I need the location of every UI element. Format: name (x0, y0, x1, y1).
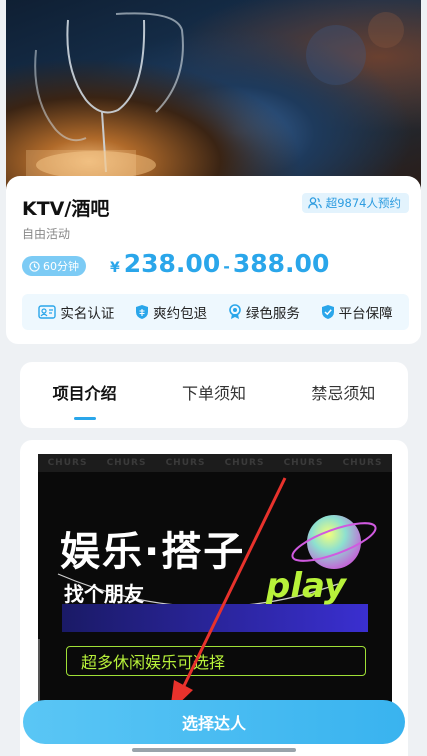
poster-edge-decoration (38, 639, 50, 709)
tab-taboo-notes[interactable]: 禁忌须知 (311, 380, 375, 410)
clock-icon (29, 260, 40, 272)
select-talent-button[interactable]: 选择达人 (23, 700, 405, 744)
duration-label: 60分钟 (43, 260, 79, 273)
price-max: 388.00 (232, 249, 330, 278)
booked-label: 超9874人预约 (325, 196, 401, 210)
shield-check-icon (321, 305, 334, 319)
price-separator: - (223, 257, 230, 276)
product-info-card: KTV/酒吧 超9874人预约 自由活动 60分钟 ¥ 238.00 - 388… (6, 176, 421, 344)
guarantee-label: 实名认证 (60, 306, 115, 322)
duration-badge: 60分钟 (22, 256, 86, 276)
guarantee-bar: 实名认证 爽约包退 绿色服务 平台保障 (22, 294, 409, 330)
tab-project-intro[interactable]: 项目介绍 (53, 380, 117, 410)
currency-symbol: ¥ (110, 260, 120, 276)
product-subtitle: 自由活动 (22, 227, 71, 241)
product-title: KTV/酒吧 (22, 198, 110, 220)
shield-icon (136, 305, 149, 319)
guarantee-platform: 平台保障 (321, 302, 393, 322)
users-icon (307, 197, 322, 209)
hero-image (6, 0, 421, 190)
guarantee-label: 爽约包退 (153, 306, 208, 322)
promo-poster: CHURS CHURS CHURS CHURS CHURS CHURS 娱乐·搭… (38, 454, 392, 734)
detail-tabs: 项目介绍 下单须知 禁忌须知 (20, 362, 408, 428)
poster-caption: 超多休闲娱乐可选择 (66, 646, 366, 676)
tab-order-notes[interactable]: 下单须知 (182, 380, 246, 410)
poster-band (62, 604, 368, 632)
id-card-icon (38, 305, 57, 319)
booked-badge: 超9874人预约 (301, 193, 409, 213)
price-min: 238.00 (123, 249, 221, 278)
guarantee-label: 平台保障 (338, 306, 393, 322)
guarantee-real-name: 实名认证 (38, 302, 114, 322)
poster-play: play (266, 566, 347, 606)
guarantee-label: 绿色服务 (245, 306, 300, 322)
award-icon (229, 304, 241, 319)
home-indicator (132, 748, 296, 752)
price-range: ¥ 238.00 - 388.00 (110, 249, 329, 278)
guarantee-green-service: 绿色服务 (228, 302, 300, 322)
guarantee-refund: 爽约包退 (135, 302, 207, 322)
poster-subtitle: 找个朋友 (64, 582, 144, 606)
poster-title: 娱乐·搭子 (60, 529, 246, 575)
